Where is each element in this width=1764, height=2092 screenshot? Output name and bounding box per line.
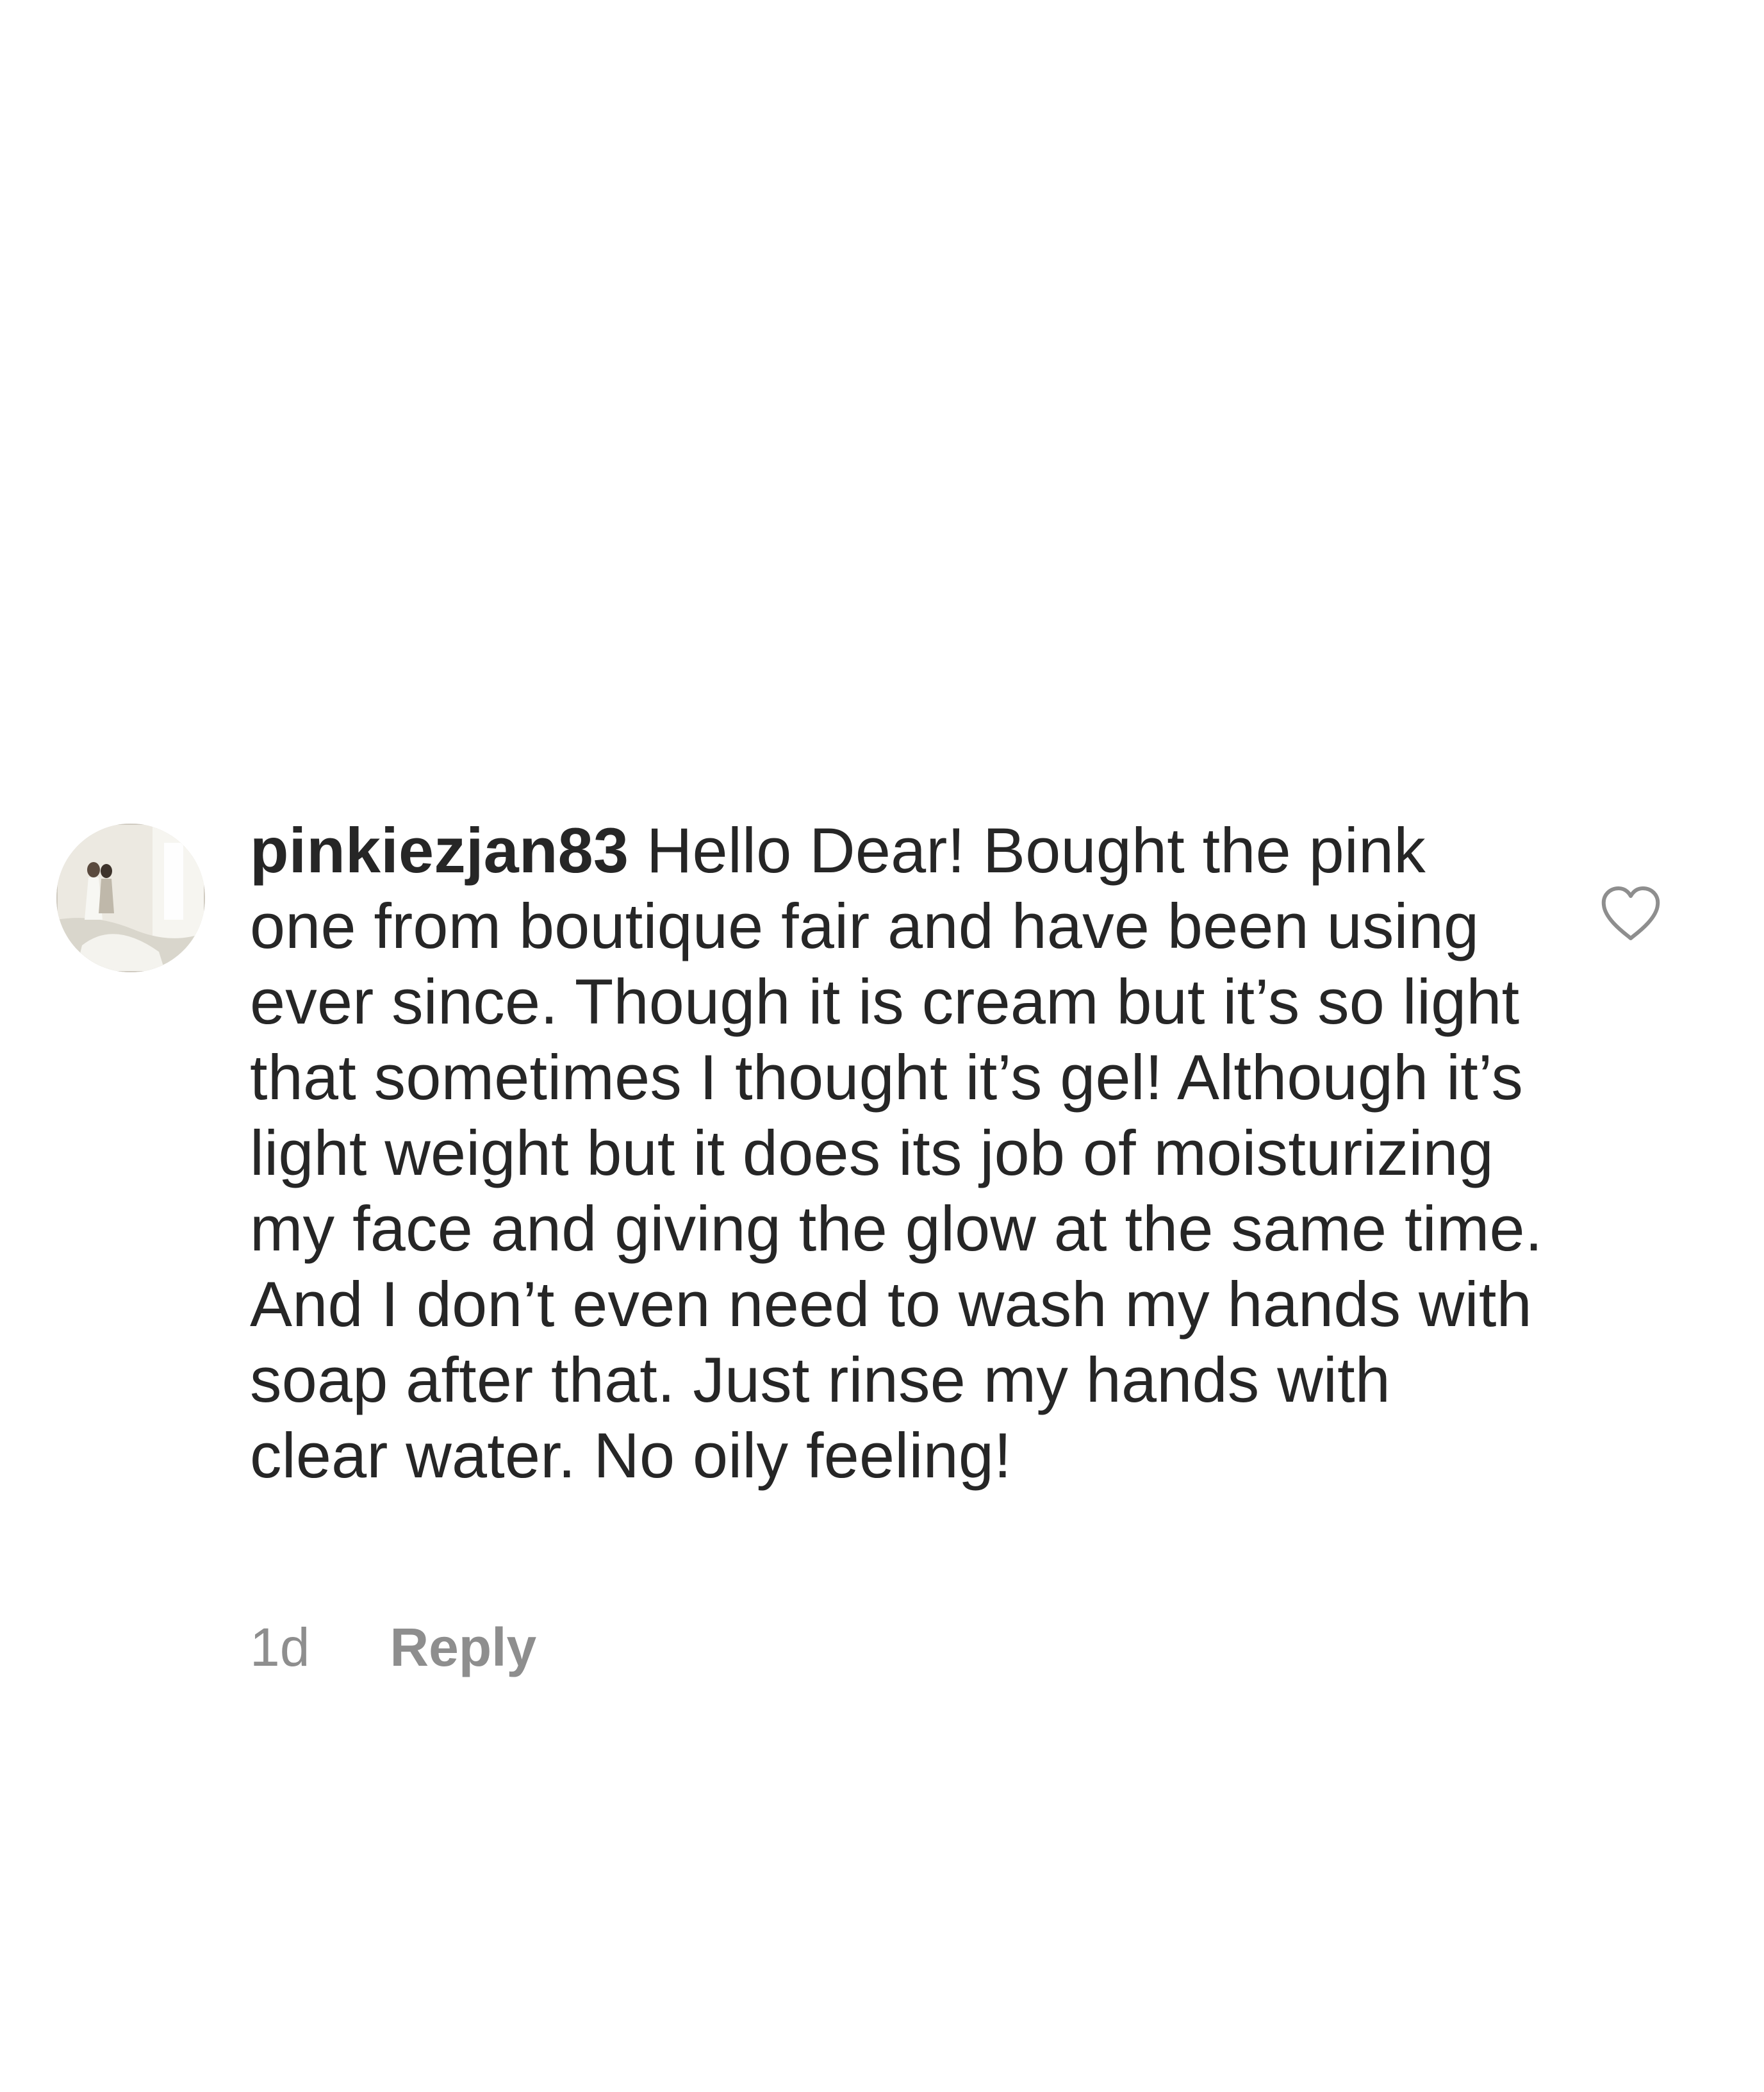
like-button[interactable] <box>1599 884 1663 943</box>
reply-button[interactable]: Reply <box>390 1616 536 1679</box>
avatar[interactable] <box>56 824 205 972</box>
comment-item: pinkiezjan83 Hello Dear! Bought the pink… <box>0 0 1764 2092</box>
comment-username[interactable]: pinkiezjan83 <box>250 815 629 886</box>
comment-timestamp: 1d <box>250 1616 310 1677</box>
comment-content: pinkiezjan83 Hello Dear! Bought the pink… <box>250 813 1544 1493</box>
comment-text: Hello Dear! Bought the pink one from bou… <box>250 815 1543 1491</box>
comment-meta: 1d Reply <box>250 1612 536 1682</box>
heart-outline-icon <box>1601 886 1660 940</box>
avatar-photo <box>56 824 205 972</box>
